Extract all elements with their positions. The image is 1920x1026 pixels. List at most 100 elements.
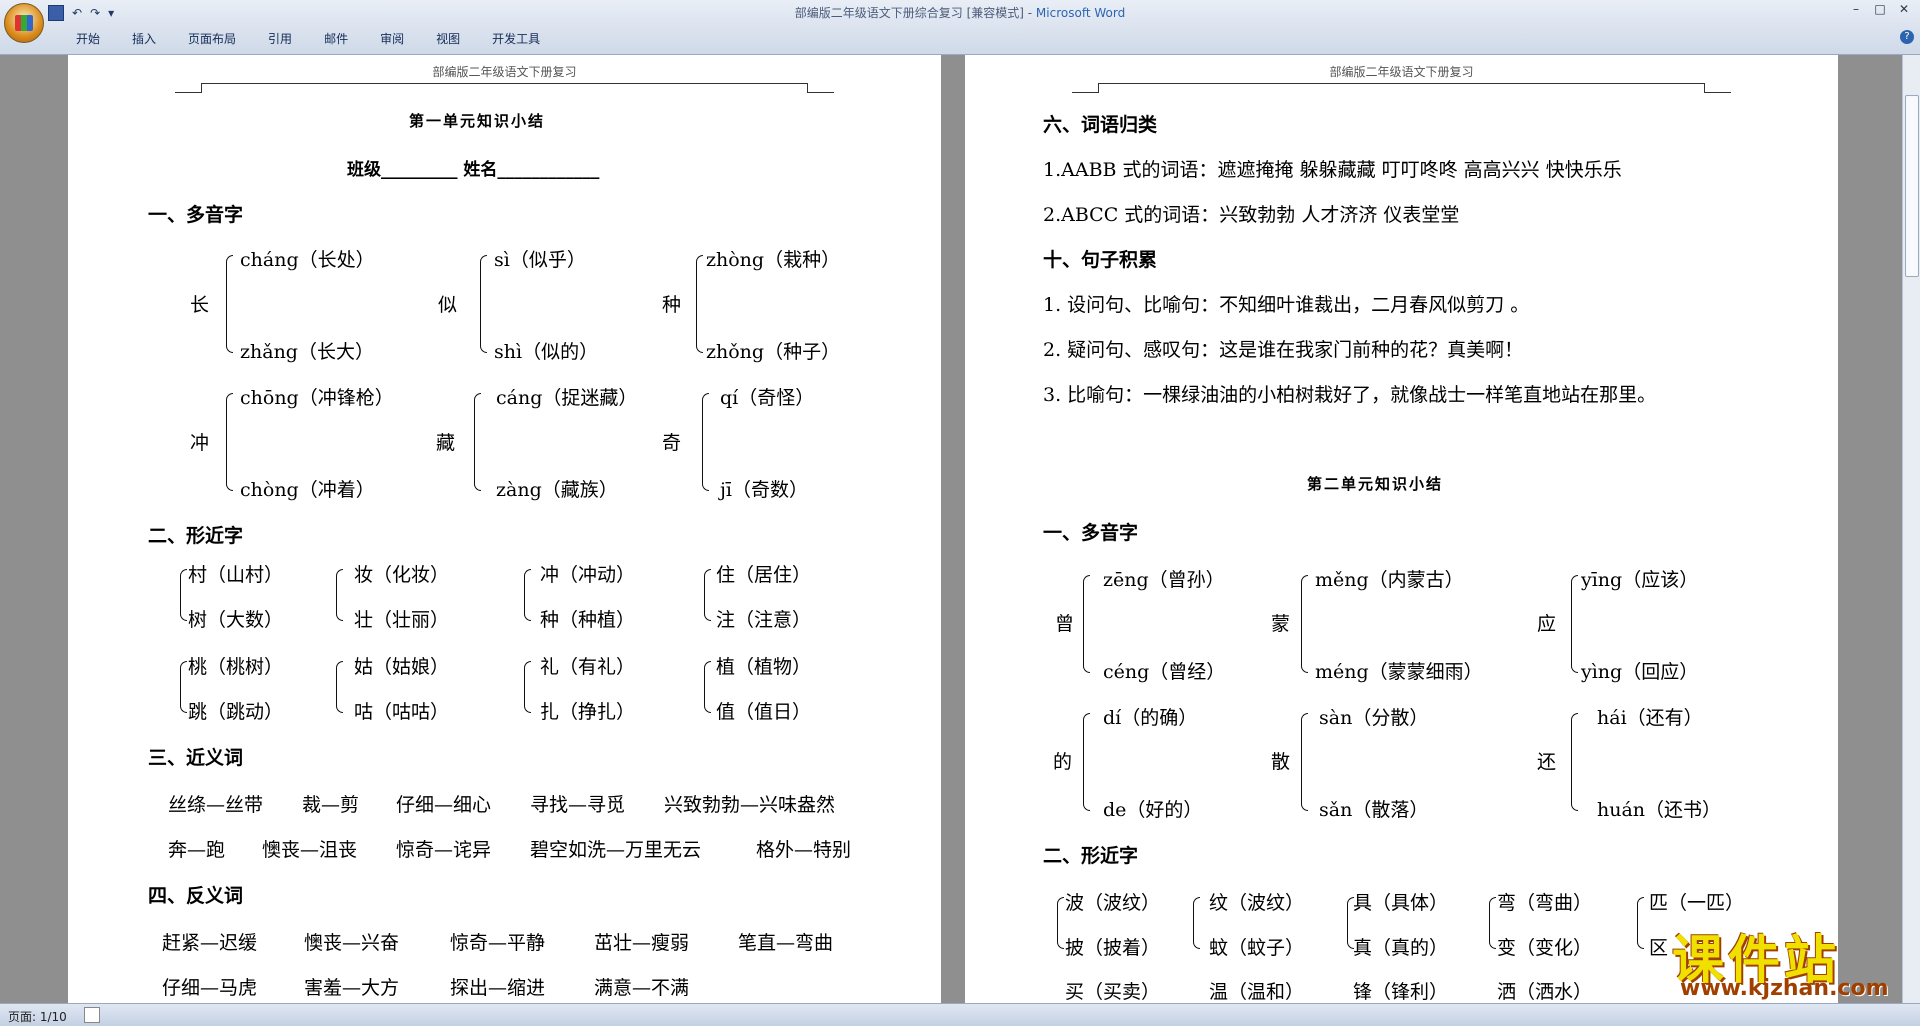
poly-reading: sàn（分散） bbox=[1319, 707, 1429, 729]
unit-title: 第二单元知识小结 bbox=[1307, 475, 1444, 493]
tab-developer[interactable]: 开发工具 bbox=[476, 28, 556, 49]
brace bbox=[696, 255, 703, 353]
antonym-pair: 笔直—弯曲 bbox=[738, 932, 834, 954]
section-heading: 六、词语归类 bbox=[1043, 114, 1158, 136]
shape-word: 匹（一匹） bbox=[1649, 892, 1745, 914]
document-workspace: 部编版二年级语文下册复习 第一单元知识小结 班级_________ 姓名____… bbox=[0, 55, 1903, 1003]
poly-reading: shì（似的） bbox=[494, 341, 599, 363]
tab-insert[interactable]: 插入 bbox=[116, 28, 172, 49]
proofing-icon[interactable] bbox=[84, 1007, 100, 1023]
antonym-pair: 惊奇—平静 bbox=[450, 932, 546, 954]
antonym-pair: 仔细—马虎 bbox=[162, 977, 258, 999]
shape-word: 真（真的） bbox=[1353, 937, 1449, 959]
poly-reading: huán（还书） bbox=[1597, 799, 1722, 821]
synonym-pair: 寻找—寻觅 bbox=[530, 794, 626, 816]
vertical-scrollbar[interactable] bbox=[1902, 55, 1920, 1003]
brace bbox=[1301, 575, 1308, 673]
poly-char: 种 bbox=[662, 294, 682, 316]
tab-home[interactable]: 开始 bbox=[60, 28, 116, 49]
poly-reading: zhòng（栽种） bbox=[706, 249, 841, 271]
shape-word: 蚊（蚊子） bbox=[1209, 937, 1305, 959]
tab-mailings[interactable]: 邮件 bbox=[308, 28, 364, 49]
brace bbox=[1301, 713, 1308, 811]
shape-word: 礼（有礼） bbox=[540, 656, 636, 678]
shape-word: 披（披着） bbox=[1065, 937, 1161, 959]
section-heading: 一、多音字 bbox=[1043, 522, 1139, 544]
close-icon[interactable]: ✕ bbox=[1894, 2, 1914, 16]
antonym-pair: 探出—缩进 bbox=[450, 977, 546, 999]
poly-char: 藏 bbox=[436, 432, 456, 454]
poly-char: 应 bbox=[1537, 613, 1557, 635]
shape-word: 姑（姑娘） bbox=[354, 656, 450, 678]
brace bbox=[524, 569, 531, 621]
poly-reading: dí（的确） bbox=[1103, 707, 1198, 729]
brace bbox=[226, 255, 233, 353]
section-heading: 十、句子积累 bbox=[1043, 249, 1158, 271]
shape-word: 妆（化妆） bbox=[354, 564, 450, 586]
poly-reading: jī（奇数） bbox=[720, 479, 808, 501]
section-heading: 三、近义词 bbox=[148, 747, 244, 769]
scrollbar-thumb[interactable] bbox=[1905, 95, 1919, 277]
antonym-pair: 懊丧—兴奋 bbox=[304, 932, 400, 954]
help-icon[interactable]: ? bbox=[1900, 30, 1914, 44]
brace bbox=[336, 661, 343, 713]
brace bbox=[1489, 897, 1496, 949]
brace bbox=[1193, 897, 1200, 949]
poly-char: 散 bbox=[1271, 751, 1291, 773]
brace bbox=[336, 569, 343, 621]
poly-reading: zàng（藏族） bbox=[496, 479, 618, 501]
synonym-pair: 兴致勃勃—兴味盎然 bbox=[664, 794, 836, 816]
maximize-icon[interactable]: □ bbox=[1870, 2, 1890, 16]
poly-reading: méng（蒙蒙细雨） bbox=[1315, 661, 1483, 683]
antonym-pair: 赶紧—迟缓 bbox=[162, 932, 258, 954]
shape-word: 变（变化） bbox=[1497, 937, 1593, 959]
poly-reading: céng（曾经） bbox=[1103, 661, 1226, 683]
tab-view[interactable]: 视图 bbox=[420, 28, 476, 49]
shape-word: 树（大数） bbox=[188, 609, 284, 631]
tab-page-layout[interactable]: 页面布局 bbox=[172, 28, 252, 49]
shape-word: 种（种植） bbox=[540, 609, 636, 631]
tab-review[interactable]: 审阅 bbox=[364, 28, 420, 49]
brace bbox=[1571, 713, 1578, 811]
poly-char: 蒙 bbox=[1271, 613, 1291, 635]
poly-char: 似 bbox=[438, 294, 458, 316]
word-category-line: 2.ABCC 式的词语：兴致勃勃 人才济济 仪表堂堂 bbox=[1043, 204, 1460, 226]
poly-char: 曾 bbox=[1055, 613, 1075, 635]
poly-reading: zhǎng（长大） bbox=[240, 341, 374, 363]
synonym-pair: 奔—跑 bbox=[168, 839, 226, 861]
shape-word: 咕（咕咕） bbox=[354, 701, 450, 723]
document-page-right[interactable]: 部编版二年级语文下册复习 六、词语归类 1.AABB 式的词语：遮遮掩掩 躲躲藏… bbox=[965, 55, 1838, 1003]
poly-char: 奇 bbox=[662, 432, 682, 454]
shape-word: 植（植物） bbox=[716, 656, 812, 678]
antonym-pair: 茁壮—瘦弱 bbox=[594, 932, 690, 954]
brace bbox=[704, 661, 711, 713]
brace bbox=[1057, 897, 1064, 949]
poly-reading: zēng（曾孙） bbox=[1103, 569, 1225, 591]
brace bbox=[1083, 575, 1090, 673]
brace bbox=[1083, 713, 1090, 811]
shape-word: 温（温和） bbox=[1209, 981, 1305, 1003]
shape-word: 冲（冲动） bbox=[540, 564, 636, 586]
poly-char: 长 bbox=[190, 294, 210, 316]
poly-reading: cháng（长处） bbox=[240, 249, 375, 271]
status-bar: 页面: 1/10 bbox=[0, 1003, 1920, 1026]
section-heading: 四、反义词 bbox=[148, 885, 244, 907]
synonym-pair: 裁—剪 bbox=[302, 794, 360, 816]
page-indicator[interactable]: 页面: 1/10 bbox=[8, 1008, 67, 1025]
document-page-left[interactable]: 部编版二年级语文下册复习 第一单元知识小结 班级_________ 姓名____… bbox=[68, 55, 941, 1003]
synonym-pair: 惊奇—诧异 bbox=[396, 839, 492, 861]
synonym-pair: 丝绦—丝带 bbox=[168, 794, 264, 816]
poly-reading: chòng（冲着） bbox=[240, 479, 375, 501]
shape-word: 弯（弯曲） bbox=[1497, 892, 1593, 914]
page-header: 部编版二年级语文下册复习 bbox=[1329, 65, 1474, 79]
brace bbox=[702, 393, 709, 491]
synonym-pair: 懊丧—沮丧 bbox=[262, 839, 358, 861]
shape-word: 洒（洒水） bbox=[1497, 981, 1593, 1003]
tab-references[interactable]: 引用 bbox=[252, 28, 308, 49]
watermark-logo: 课件站 www.kjzhan.com bbox=[1672, 918, 1904, 1002]
poly-reading: yìng（回应） bbox=[1581, 661, 1699, 683]
brace bbox=[474, 393, 481, 491]
title-document: 部编版二年级语文下册综合复习 [兼容模式] - bbox=[794, 6, 1036, 20]
minimize-icon[interactable]: – bbox=[1846, 2, 1866, 16]
shape-word: 纹（波纹） bbox=[1209, 892, 1305, 914]
